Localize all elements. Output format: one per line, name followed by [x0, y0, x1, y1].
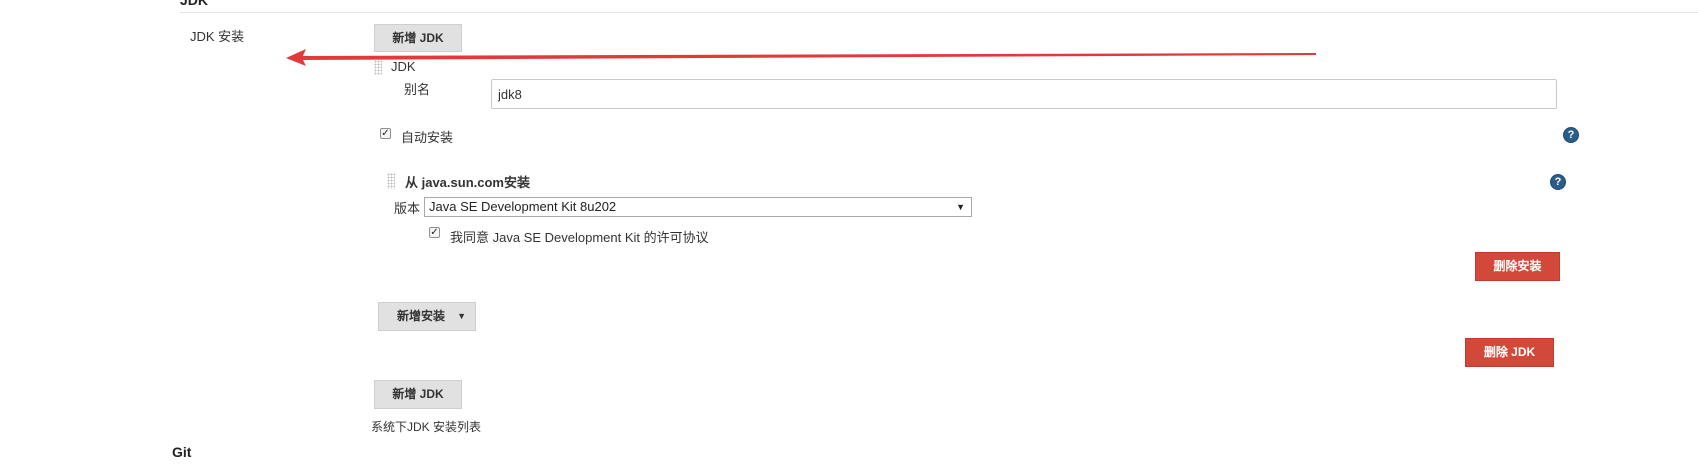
jdk-installations-description: 系统下JDK 安装列表 — [371, 420, 482, 434]
jdk-entry-header: JDK — [391, 59, 416, 74]
help-icon[interactable]: ? — [1550, 174, 1566, 190]
version-label: 版本 — [394, 201, 421, 216]
section-title-jdk: JDK — [180, 0, 209, 8]
drag-handle-icon[interactable] — [374, 60, 382, 75]
auto-install-checkbox[interactable]: ✓ — [380, 128, 391, 139]
installer-title: 从 java.sun.com安装 — [405, 175, 530, 190]
version-select-value: Java SE Development Kit 8u202 — [429, 199, 617, 214]
auto-install-label: 自动安装 — [401, 130, 454, 145]
section-divider — [180, 12, 1698, 13]
section-title-git: Git — [172, 444, 192, 460]
add-installer-label: 新增安装 — [397, 309, 446, 323]
add-installer-button[interactable]: 新增安装 ▼ — [378, 302, 476, 331]
arrow-shaft — [302, 53, 1316, 60]
license-checkbox[interactable]: ✓ — [429, 227, 440, 238]
delete-jdk-button[interactable]: 删除 JDK — [1465, 338, 1554, 367]
alias-input[interactable] — [491, 79, 1557, 109]
delete-installer-button[interactable]: 删除安装 — [1475, 252, 1560, 281]
license-agreement-label: 我同意 Java SE Development Kit 的许可协议 — [450, 230, 709, 245]
help-icon[interactable]: ? — [1563, 127, 1579, 143]
version-select[interactable]: Java SE Development Kit 8u202 ▼ — [424, 197, 972, 217]
annotation-arrow — [286, 49, 1316, 66]
add-jdk-button-bottom[interactable]: 新增 JDK — [374, 380, 462, 409]
jdk-installations-label: JDK 安装 — [190, 29, 245, 44]
drag-handle-icon[interactable] — [387, 173, 395, 189]
alias-label: 别名 — [404, 82, 431, 97]
caret-down-icon: ▼ — [956, 202, 965, 212]
caret-down-icon: ▼ — [457, 311, 466, 321]
check-icon: ✓ — [381, 128, 390, 139]
check-icon: ✓ — [430, 227, 439, 238]
